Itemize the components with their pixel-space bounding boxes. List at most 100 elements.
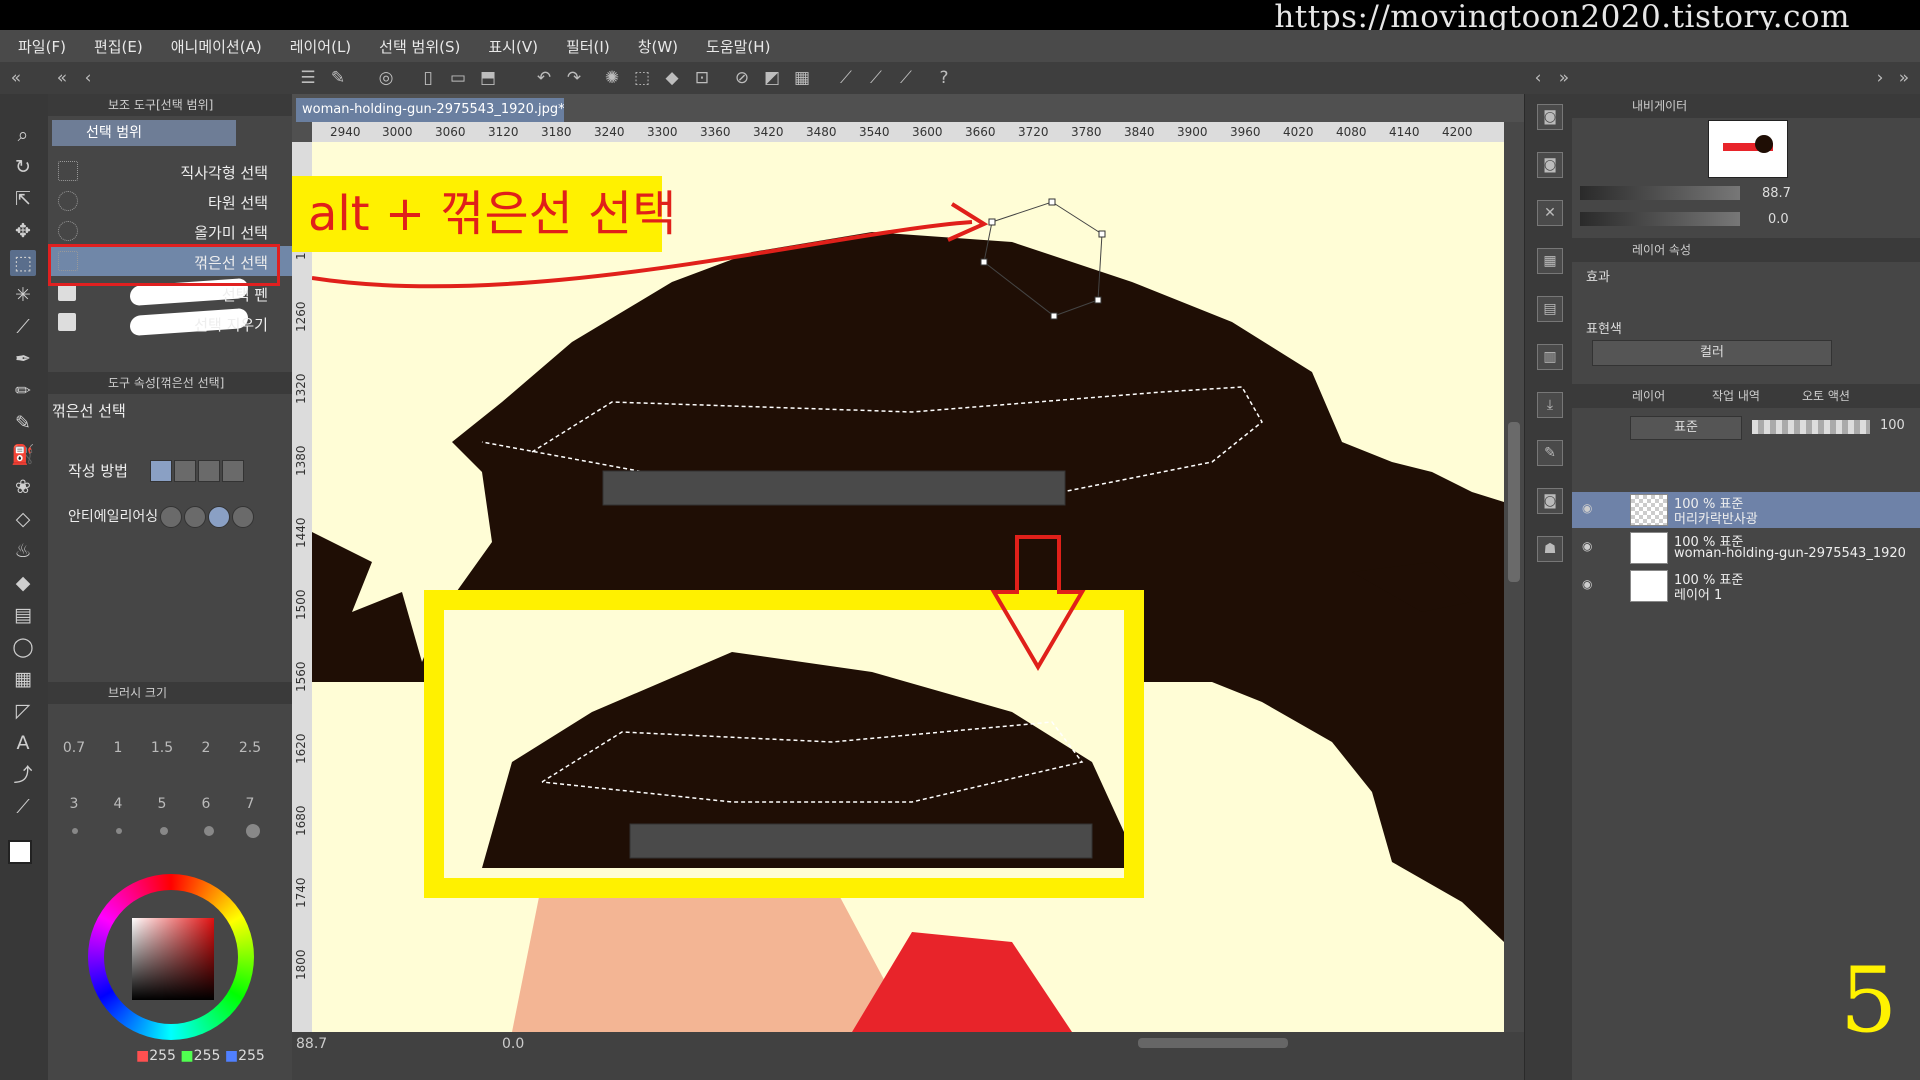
navigator-zoom-slider[interactable] [1580, 186, 1740, 200]
download-icon[interactable]: ⤓ [1537, 392, 1563, 418]
spiral-icon[interactable]: ◎ [376, 68, 396, 88]
brush-size-option[interactable]: 6 [186, 796, 226, 812]
save-icon[interactable]: ⬒ [478, 68, 498, 88]
pen-snap-icon[interactable]: ⟋ [866, 68, 886, 88]
document-tab[interactable]: woman-holding-gun-2975543_1920.jpg* [296, 98, 564, 122]
subtool-ellipse[interactable]: 타원 선택 [48, 186, 292, 216]
magic-wand-icon[interactable]: ✳ [10, 282, 36, 308]
gradient-icon[interactable]: ▤ [10, 602, 36, 628]
brush-size-option[interactable]: 5 [142, 796, 182, 812]
airbrush-icon[interactable]: ⛽ [10, 442, 36, 468]
zoom-value[interactable]: 88.7 [296, 1036, 327, 1052]
antialias-strong-button[interactable] [232, 506, 254, 528]
pencil-icon[interactable]: ✏ [10, 378, 36, 404]
menu-file[interactable]: 파일(F) [18, 36, 66, 57]
brush-size-option[interactable]: 1 [98, 740, 138, 756]
panel-icon-2[interactable]: ▥ [1537, 344, 1563, 370]
navigator-thumbnail[interactable] [1708, 120, 1788, 178]
tab-auto-action[interactable]: 오토 액션 [1802, 384, 1850, 408]
antialias-mid-button[interactable] [208, 506, 230, 528]
eye-icon[interactable]: ◉ [1582, 540, 1598, 552]
subtool-rectangle[interactable]: 직사각형 선택 [48, 156, 292, 186]
vertical-scrollbar[interactable] [1504, 122, 1524, 1032]
figure-icon[interactable]: ◯ [10, 634, 36, 660]
brush-size-option[interactable]: 1.5 [142, 740, 182, 756]
subtool-selection-eraser[interactable]: 선택 지우기 [48, 307, 292, 338]
blend-mode-select[interactable]: 표준 [1630, 416, 1742, 440]
ruler-icon[interactable]: ◸ [10, 698, 36, 724]
invert-selection-icon[interactable]: ◩ [762, 68, 782, 88]
collapse-right-icon[interactable]: » [1554, 68, 1574, 88]
brush-size-option[interactable]: 7 [230, 796, 270, 812]
camera-icon-3[interactable]: ◙ [1537, 488, 1563, 514]
brush-icon[interactable]: ✎ [10, 410, 36, 436]
select-layer-icon[interactable]: ⬚ [632, 68, 652, 88]
method-intersect-button[interactable] [222, 460, 244, 482]
ruler-snap-icon[interactable]: ⟋ [836, 68, 856, 88]
help-icon[interactable]: ? [934, 68, 954, 88]
expression-color-select[interactable]: 컬러 [1592, 340, 1832, 366]
decoration-icon[interactable]: ❀ [10, 474, 36, 500]
balloon-icon[interactable]: ⤴ [10, 762, 36, 788]
undo-icon[interactable]: ↶ [534, 68, 554, 88]
camera-icon-2[interactable]: ◙ [1537, 152, 1563, 178]
menu-help[interactable]: 도움말(H) [706, 36, 770, 57]
close-icon[interactable]: ✕ [1537, 200, 1563, 226]
layer-row[interactable]: ◉ 100 % 표준 woman-holding-gun-2975543_192… [1572, 530, 1920, 566]
new-file-icon[interactable]: ▯ [418, 68, 438, 88]
eye-icon[interactable]: ◉ [1582, 578, 1598, 590]
opacity-slider[interactable] [1752, 420, 1870, 434]
open-folder-icon[interactable]: ▭ [448, 68, 468, 88]
menu-view[interactable]: 표시(V) [488, 36, 538, 57]
brush-size-option[interactable]: 4 [98, 796, 138, 812]
scroll-thumb[interactable] [1508, 422, 1520, 582]
color-square[interactable] [132, 918, 214, 1000]
method-add-button[interactable] [174, 460, 196, 482]
pen-icon[interactable]: ✒ [10, 346, 36, 372]
tab-history[interactable]: 작업 내역 [1712, 384, 1760, 408]
eyedropper-icon[interactable]: ⟋ [10, 314, 36, 340]
menu-animation[interactable]: 애니메이션(A) [171, 36, 262, 57]
brush-size-option[interactable]: 2.5 [230, 740, 270, 756]
fill-icon[interactable]: ◆ [662, 68, 682, 88]
correct-line-icon[interactable]: ⟋ [10, 794, 36, 820]
subtool-lasso[interactable]: 올가미 선택 [48, 216, 292, 246]
transform-icon[interactable]: ⊡ [692, 68, 712, 88]
antialias-weak-button[interactable] [184, 506, 206, 528]
frame-icon[interactable]: ▦ [10, 666, 36, 692]
tab-layers[interactable]: 레이어 [1632, 384, 1665, 408]
menu-layer[interactable]: 레이어(L) [290, 36, 351, 57]
panel-icon[interactable]: ▤ [1537, 296, 1563, 322]
brush-size-option[interactable]: 2 [186, 740, 226, 756]
rotate-tool-icon[interactable]: ↻ [10, 154, 36, 180]
brush-size-option[interactable]: 3 [54, 796, 94, 812]
grid-icon[interactable]: ▦ [1537, 248, 1563, 274]
show-selection-icon[interactable]: ▦ [792, 68, 812, 88]
edit-icon[interactable]: ✎ [1537, 440, 1563, 466]
collapse-left-icon[interactable]: « [6, 68, 26, 88]
chevron-right-icon[interactable]: › [1870, 68, 1890, 88]
chevron-left-icon[interactable]: ‹ [78, 68, 98, 88]
collapse-left-icon-2[interactable]: « [52, 68, 72, 88]
blend-icon[interactable]: ♨ [10, 538, 36, 564]
text-tool-icon[interactable]: A [10, 730, 36, 756]
antialias-none-button[interactable] [160, 506, 182, 528]
fill-tool-icon[interactable]: ◆ [10, 570, 36, 596]
camera-icon[interactable]: ◙ [1537, 104, 1563, 130]
zoom-tool-icon[interactable]: ⌕ [10, 122, 36, 148]
menu-window[interactable]: 창(W) [638, 36, 678, 57]
menu-icon[interactable]: ☰ [298, 68, 318, 88]
horizontal-scroll-thumb[interactable] [1138, 1038, 1288, 1048]
menu-selection[interactable]: 선택 범위(S) [379, 36, 460, 57]
person-icon[interactable]: ☗ [1537, 536, 1563, 562]
brush-size-option[interactable]: 0.7 [54, 740, 94, 756]
eraser-icon[interactable]: ◇ [10, 506, 36, 532]
line-snap-icon[interactable]: ⟋ [896, 68, 916, 88]
collapse-right-icon-2[interactable]: » [1894, 68, 1914, 88]
layer-row[interactable]: ◉ 100 % 표준 레이어 1 [1572, 568, 1920, 604]
move-layer-icon[interactable]: ✥ [10, 218, 36, 244]
method-new-button[interactable] [150, 460, 172, 482]
operation-tool-icon[interactable]: ⇱ [10, 186, 36, 212]
navigator-rotation-slider[interactable] [1580, 212, 1740, 226]
chevron-left-icon-right[interactable]: ‹ [1528, 68, 1548, 88]
